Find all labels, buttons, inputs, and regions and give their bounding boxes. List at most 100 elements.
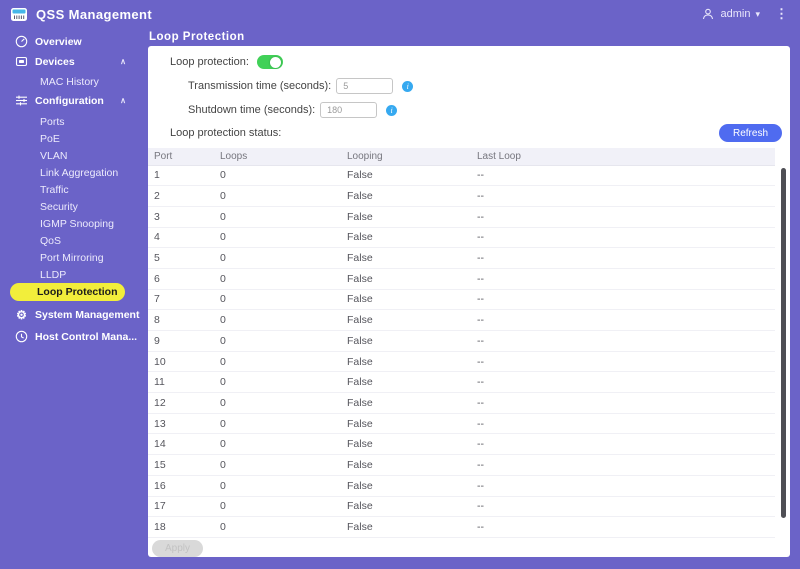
cell-loops: 0 bbox=[214, 268, 341, 290]
cell-port: 14 bbox=[148, 433, 214, 456]
cell-last-loop: -- bbox=[471, 496, 775, 518]
cell-port: 12 bbox=[148, 392, 214, 414]
sidebar-item-label: Ports bbox=[40, 115, 65, 128]
sidebar-item-devices[interactable]: Devices ∧ bbox=[0, 52, 148, 71]
cell-loops: 0 bbox=[214, 475, 341, 497]
table-row: 16 0 False -- bbox=[148, 475, 775, 497]
table-row: 6 0 False -- bbox=[148, 268, 775, 290]
table-row: 9 0 False -- bbox=[148, 330, 775, 352]
sidebar-item-poe[interactable]: PoE bbox=[0, 130, 148, 147]
user-name[interactable]: admin bbox=[721, 8, 751, 20]
transmission-time-input[interactable] bbox=[336, 78, 394, 94]
sidebar-item-label: PoE bbox=[40, 132, 60, 145]
sidebar-item-loop-protection[interactable]: Loop Protection bbox=[10, 283, 125, 301]
cell-last-loop: -- bbox=[471, 371, 775, 394]
shutdown-time-input[interactable] bbox=[320, 102, 378, 118]
cell-last-loop: -- bbox=[471, 351, 775, 373]
cell-last-loop: -- bbox=[471, 206, 775, 228]
more-menu-icon[interactable]: ⋮ bbox=[775, 6, 788, 22]
sidebar-item-label: IGMP Snooping bbox=[40, 217, 114, 230]
cell-port: 17 bbox=[148, 496, 214, 518]
chevron-up-icon[interactable]: ∧ bbox=[120, 96, 126, 105]
host-icon bbox=[15, 330, 28, 343]
sidebar-item-configuration[interactable]: Configuration ∧ bbox=[0, 91, 148, 110]
brand: QSS Management bbox=[10, 7, 152, 22]
table-row: 5 0 False -- bbox=[148, 247, 775, 269]
table-row: 11 0 False -- bbox=[148, 371, 775, 394]
user-menu-caret-icon[interactable]: ▾ bbox=[755, 9, 760, 20]
sidebar-item-vlan[interactable]: VLAN bbox=[0, 147, 148, 164]
sidebar-item-link-aggregation[interactable]: Link Aggregation bbox=[0, 164, 148, 181]
table-row: 18 0 False -- bbox=[148, 516, 775, 538]
cell-last-loop: -- bbox=[471, 227, 775, 249]
cell-last-loop: -- bbox=[471, 330, 775, 352]
table-header-row: Port Loops Looping Last Loop bbox=[148, 148, 775, 166]
cell-looping: False bbox=[341, 165, 471, 187]
chevron-up-icon[interactable]: ∧ bbox=[120, 57, 126, 66]
info-icon[interactable]: i bbox=[402, 80, 414, 92]
sidebar-item-system-management[interactable]: ⚙ System Management ∨ bbox=[0, 305, 155, 324]
sidebar-item-overview[interactable]: Overview bbox=[0, 32, 148, 51]
cell-looping: False bbox=[341, 516, 471, 538]
cell-looping: False bbox=[341, 433, 471, 456]
info-icon[interactable]: i bbox=[386, 104, 398, 116]
cell-loops: 0 bbox=[214, 371, 341, 394]
cell-loops: 0 bbox=[214, 289, 341, 311]
sidebar-item-traffic[interactable]: Traffic bbox=[0, 181, 148, 198]
sidebar-item-label: Traffic bbox=[40, 183, 69, 196]
sidebar-item-mac-history[interactable]: MAC History bbox=[0, 73, 148, 90]
top-bar: QSS Management admin ▾ ⋮ bbox=[0, 0, 800, 28]
cell-loops: 0 bbox=[214, 392, 341, 414]
loop-protection-label: Loop protection: bbox=[170, 56, 249, 68]
cell-looping: False bbox=[341, 454, 471, 476]
sidebar: Overview Devices ∧ MAC History Configura… bbox=[0, 28, 155, 569]
cell-last-loop: -- bbox=[471, 392, 775, 414]
shutdown-time-row: Shutdown time (seconds): i bbox=[188, 101, 790, 119]
cell-looping: False bbox=[341, 227, 471, 249]
cell-port: 13 bbox=[148, 413, 214, 435]
cell-looping: False bbox=[341, 496, 471, 518]
cell-loops: 0 bbox=[214, 206, 341, 228]
table-row: 15 0 False -- bbox=[148, 454, 775, 476]
cell-port: 10 bbox=[148, 351, 214, 373]
loop-status-table: Port Loops Looping Last Loop 1 0 False -… bbox=[148, 148, 775, 538]
gauge-icon bbox=[15, 35, 28, 48]
cell-looping: False bbox=[341, 268, 471, 290]
cell-loops: 0 bbox=[214, 351, 341, 373]
sidebar-item-label: QoS bbox=[40, 234, 62, 247]
cell-loops: 0 bbox=[214, 433, 341, 456]
sidebar-item-label: Overview bbox=[35, 35, 82, 48]
refresh-button[interactable]: Refresh bbox=[718, 124, 782, 142]
cell-port: 2 bbox=[148, 185, 214, 207]
cell-looping: False bbox=[341, 351, 471, 373]
cell-port: 4 bbox=[148, 227, 214, 249]
main-content: Loop Protection Loop protection: Transmi… bbox=[148, 28, 800, 569]
sidebar-item-igmp-snooping[interactable]: IGMP Snooping bbox=[0, 215, 148, 232]
table-row: 12 0 False -- bbox=[148, 392, 775, 414]
sidebar-item-security[interactable]: Security bbox=[0, 198, 148, 215]
cell-looping: False bbox=[341, 392, 471, 414]
sidebar-item-host-control[interactable]: Host Control Mana... bbox=[0, 327, 148, 346]
table-scrollbar-thumb[interactable] bbox=[781, 168, 786, 518]
cell-last-loop: -- bbox=[471, 433, 775, 456]
sidebar-item-port-mirroring[interactable]: Port Mirroring bbox=[0, 249, 148, 266]
sidebar-item-lldp[interactable]: LLDP bbox=[0, 266, 148, 283]
cell-last-loop: -- bbox=[471, 268, 775, 290]
devices-icon bbox=[15, 55, 28, 68]
status-row: Loop protection status: Refresh bbox=[170, 124, 782, 142]
column-header-last-loop: Last Loop bbox=[471, 148, 775, 166]
shutdown-time-label: Shutdown time (seconds): bbox=[188, 104, 316, 116]
transmission-time-row: Transmission time (seconds): i bbox=[188, 77, 790, 95]
app-title: QSS Management bbox=[36, 6, 153, 22]
apply-button[interactable]: Apply bbox=[152, 539, 204, 557]
cell-port: 16 bbox=[148, 475, 214, 497]
loop-protection-toggle[interactable] bbox=[256, 55, 283, 69]
cell-loops: 0 bbox=[214, 413, 341, 435]
cell-loops: 0 bbox=[214, 454, 341, 476]
sidebar-item-qos[interactable]: QoS bbox=[0, 232, 148, 249]
table-row: 8 0 False -- bbox=[148, 309, 775, 331]
sidebar-item-ports[interactable]: Ports bbox=[0, 113, 148, 130]
cell-port: 15 bbox=[148, 454, 214, 476]
table-row: 3 0 False -- bbox=[148, 206, 775, 228]
cell-looping: False bbox=[341, 330, 471, 352]
